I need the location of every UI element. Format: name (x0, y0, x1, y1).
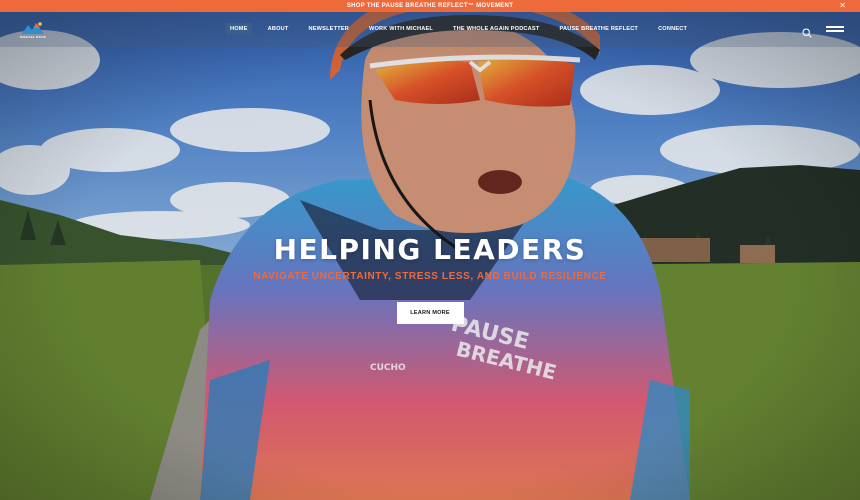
nav-item-newsletter[interactable]: NEWSLETTER (304, 23, 353, 35)
site-logo[interactable]: MICHAEL DAVIS (18, 20, 48, 42)
promo-banner-text[interactable]: SHOP THE PAUSE BREATHE REFLECT™ MOVEMENT (347, 3, 513, 9)
logo-mark-icon (22, 22, 44, 34)
promo-banner[interactable]: SHOP THE PAUSE BREATHE REFLECT™ MOVEMENT… (0, 0, 860, 12)
nav-item-podcast[interactable]: THE WHOLE AGAIN PODCAST (449, 23, 543, 35)
close-icon[interactable]: ✕ (839, 0, 846, 12)
search-icon[interactable] (802, 25, 812, 38)
logo-text: MICHAEL DAVIS (20, 35, 46, 39)
main-nav: HOME ABOUT NEWSLETTER WORK WITH MICHAEL … (226, 23, 703, 35)
hero-content: HELPING LEADERS NAVIGATE UNCERTAINTY, ST… (0, 230, 860, 324)
nav-item-work-with-michael[interactable]: WORK WITH MICHAEL (365, 23, 437, 35)
hamburger-menu-icon[interactable] (826, 26, 844, 34)
learn-more-button[interactable]: LEARN MORE (396, 302, 464, 324)
nav-item-pause-breathe-reflect[interactable]: PAUSE BREATHE REFLECT (555, 23, 642, 35)
hero-subtitle: NAVIGATE UNCERTAINTY, STRESS LESS, AND B… (253, 271, 607, 282)
nav-item-about[interactable]: ABOUT (264, 23, 293, 35)
site-header: MICHAEL DAVIS HOME ABOUT NEWSLETTER WORK… (0, 12, 860, 47)
nav-item-connect[interactable]: CONNECT (654, 23, 691, 35)
nav-item-home[interactable]: HOME (226, 23, 252, 35)
hero-title: HELPING LEADERS (273, 233, 587, 266)
